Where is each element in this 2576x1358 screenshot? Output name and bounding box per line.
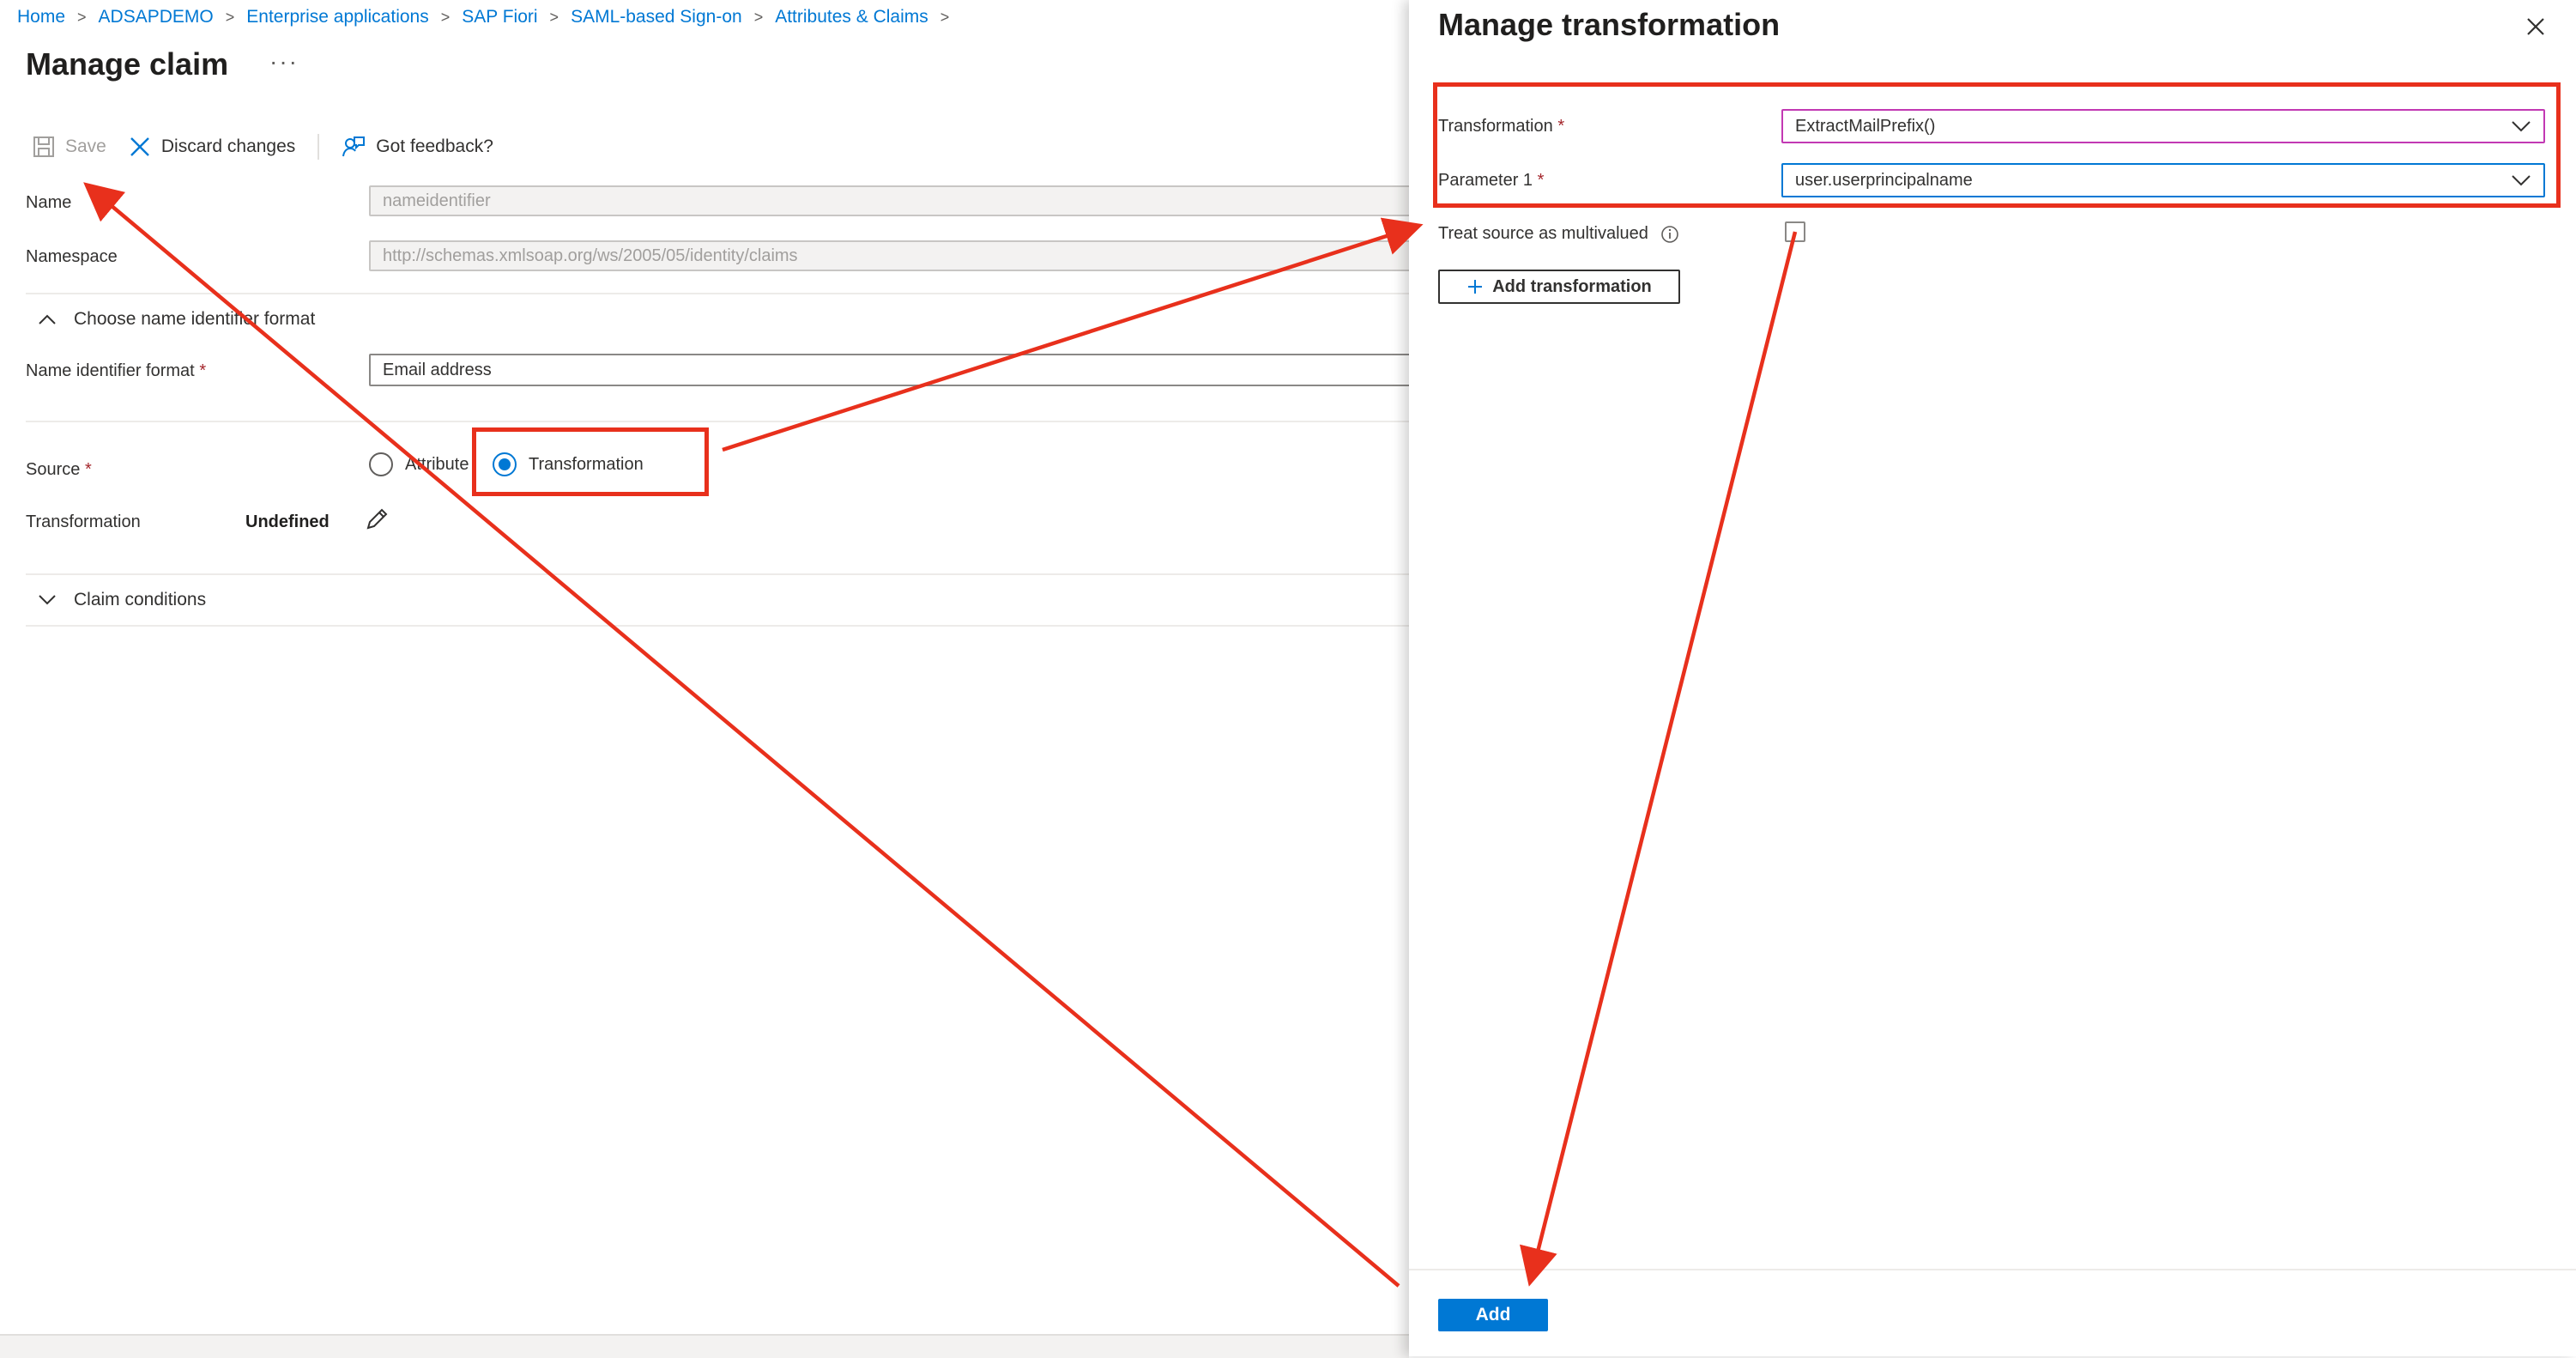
breadcrumb-enterprise-applications[interactable]: Enterprise applications <box>246 7 428 27</box>
feedback-icon <box>342 136 366 157</box>
breadcrumb: Home > ADSAPDEMO > Enterprise applications > S… <box>17 7 961 27</box>
annotation-highlight-transformation <box>1433 82 2561 208</box>
name-id-format-section-header[interactable]: Choose name identifier format <box>38 309 315 330</box>
name-value: nameidentifier <box>383 191 491 210</box>
name-field[interactable]: nameidentifier <box>369 185 1433 216</box>
radio-attribute[interactable] <box>369 452 393 476</box>
chevron-right-icon: > <box>225 9 235 26</box>
name-id-format-label-text: Name identifier format <box>26 361 195 380</box>
bottom-scroll-bar <box>0 1334 1409 1358</box>
required-indicator: * <box>199 361 207 380</box>
section-divider <box>26 293 1409 294</box>
discard-changes-button[interactable]: Discard changes <box>129 136 295 158</box>
required-indicator: * <box>84 460 92 479</box>
breadcrumb-sap-fiori[interactable]: SAP Fiori <box>462 7 537 27</box>
section-divider <box>26 625 1409 627</box>
chevron-down-icon <box>39 595 56 605</box>
claim-conditions-section-header[interactable]: Claim conditions <box>38 590 206 610</box>
multivalued-label-text: Treat source as multivalued <box>1438 224 1648 243</box>
transformation-label: Transformation <box>26 512 141 531</box>
name-id-format-dropdown[interactable]: Email address <box>369 354 1433 386</box>
source-radio-attribute[interactable]: Attribute <box>369 452 469 476</box>
chevron-right-icon: > <box>940 9 950 26</box>
name-id-format-section-title: Choose name identifier format <box>74 309 316 329</box>
save-icon <box>33 136 54 157</box>
source-label: Source * <box>26 460 92 480</box>
multivalued-checkbox[interactable] <box>1785 221 1805 242</box>
transformation-value: Undefined <box>245 512 330 531</box>
namespace-value: http://schemas.xmlsoap.org/ws/2005/05/id… <box>383 246 798 265</box>
arrow-to-save-button <box>83 182 1400 1288</box>
command-bar: Save Discard changes Got feedback? <box>33 132 516 161</box>
namespace-label: Namespace <box>26 247 118 266</box>
chevron-right-icon: > <box>549 9 559 26</box>
toolbar-divider <box>317 134 320 160</box>
save-button[interactable]: Save <box>33 136 106 158</box>
annotation-highlight-source <box>472 427 709 496</box>
close-panel-button[interactable] <box>2525 15 2547 43</box>
radio-attribute-label: Attribute <box>405 454 469 474</box>
chevron-right-icon: > <box>753 9 764 26</box>
add-transformation-label: Add transformation <box>1492 276 1652 296</box>
breadcrumb-saml-sign-on[interactable]: SAML-based Sign-on <box>571 7 742 27</box>
feedback-button[interactable]: Got feedback? <box>342 135 493 159</box>
pencil-icon <box>366 508 388 530</box>
name-id-format-label: Name identifier format * <box>26 361 206 381</box>
feedback-label: Got feedback? <box>376 136 493 156</box>
panel-title: Manage transformation <box>1438 7 1781 42</box>
close-icon <box>130 137 149 156</box>
info-icon[interactable] <box>1660 225 1679 244</box>
page-title: Manage claim <box>26 46 229 82</box>
discard-changes-label: Discard changes <box>160 136 296 156</box>
source-label-text: Source <box>26 460 81 479</box>
breadcrumb-attributes-claims[interactable]: Attributes & Claims <box>775 7 928 27</box>
namespace-field[interactable]: http://schemas.xmlsoap.org/ws/2005/05/id… <box>369 240 1433 271</box>
close-icon <box>2527 18 2544 35</box>
section-divider <box>26 573 1409 575</box>
more-options-button[interactable]: ··· <box>269 48 299 76</box>
edit-transformation-button[interactable] <box>364 506 390 537</box>
section-divider <box>26 421 1409 422</box>
name-id-format-value: Email address <box>383 360 492 379</box>
add-button-label: Add <box>1475 1305 1511 1325</box>
chevron-up-icon <box>39 314 56 324</box>
plus-icon <box>1468 280 1483 294</box>
name-label: Name <box>26 193 72 212</box>
chevron-right-icon: > <box>77 9 87 26</box>
breadcrumb-adsapdemo[interactable]: ADSAPDEMO <box>99 7 214 27</box>
save-label: Save <box>65 136 106 156</box>
panel-footer-divider <box>1409 1269 2576 1270</box>
manage-transformation-panel: Manage transformation Transformation * E… <box>1409 0 2576 1356</box>
chevron-right-icon: > <box>440 9 450 26</box>
add-button[interactable]: Add <box>1438 1299 1548 1331</box>
multivalued-label: Treat source as multivalued <box>1438 224 1679 244</box>
add-transformation-button[interactable]: Add transformation <box>1438 270 1680 304</box>
claim-conditions-title: Claim conditions <box>74 590 207 609</box>
breadcrumb-home[interactable]: Home <box>17 7 65 27</box>
